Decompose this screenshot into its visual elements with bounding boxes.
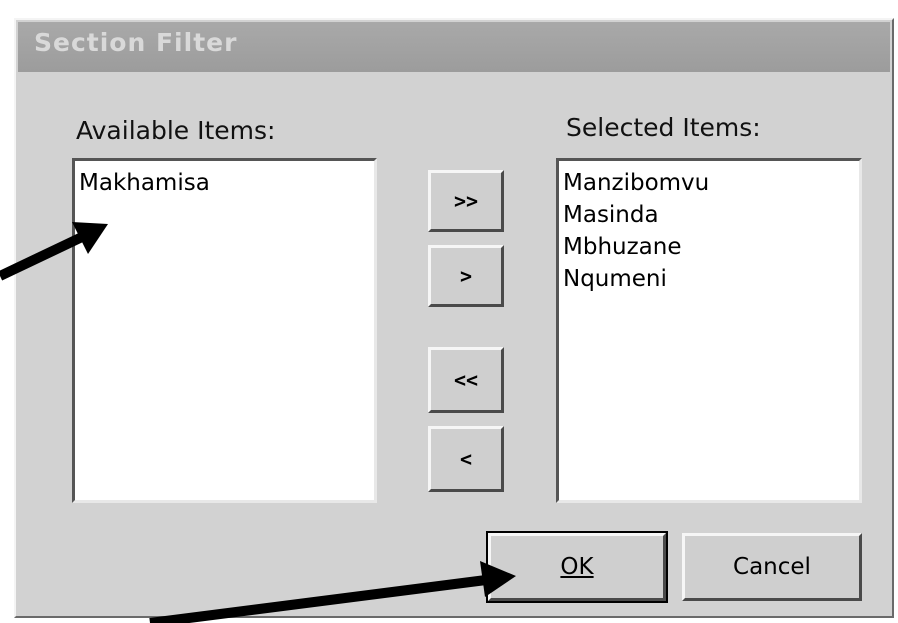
selected-items-list[interactable]: Manzibomvu Masinda Mbhuzane Nqumeni: [556, 158, 862, 503]
remove-all-button[interactable]: <<: [428, 347, 504, 413]
list-item[interactable]: Makhamisa: [79, 167, 370, 199]
ok-button-label: OK: [560, 554, 594, 580]
add-one-button[interactable]: >: [428, 245, 504, 307]
available-items-label: Available Items:: [76, 116, 276, 145]
selected-items-label: Selected Items:: [566, 113, 761, 142]
cancel-button[interactable]: Cancel: [682, 533, 862, 601]
list-item[interactable]: Manzibomvu: [563, 167, 855, 199]
list-item[interactable]: Nqumeni: [563, 263, 855, 295]
available-items-list[interactable]: Makhamisa: [72, 158, 377, 503]
ok-button[interactable]: OK: [486, 531, 668, 603]
list-item[interactable]: Mbhuzane: [563, 231, 855, 263]
remove-one-button[interactable]: <: [428, 426, 504, 492]
dialog-title: Section Filter: [34, 28, 238, 57]
title-bar: Section Filter: [18, 22, 890, 72]
list-item[interactable]: Masinda: [563, 199, 855, 231]
add-all-button[interactable]: >>: [428, 170, 504, 232]
section-filter-dialog: Section Filter Available Items: Selected…: [14, 18, 894, 618]
